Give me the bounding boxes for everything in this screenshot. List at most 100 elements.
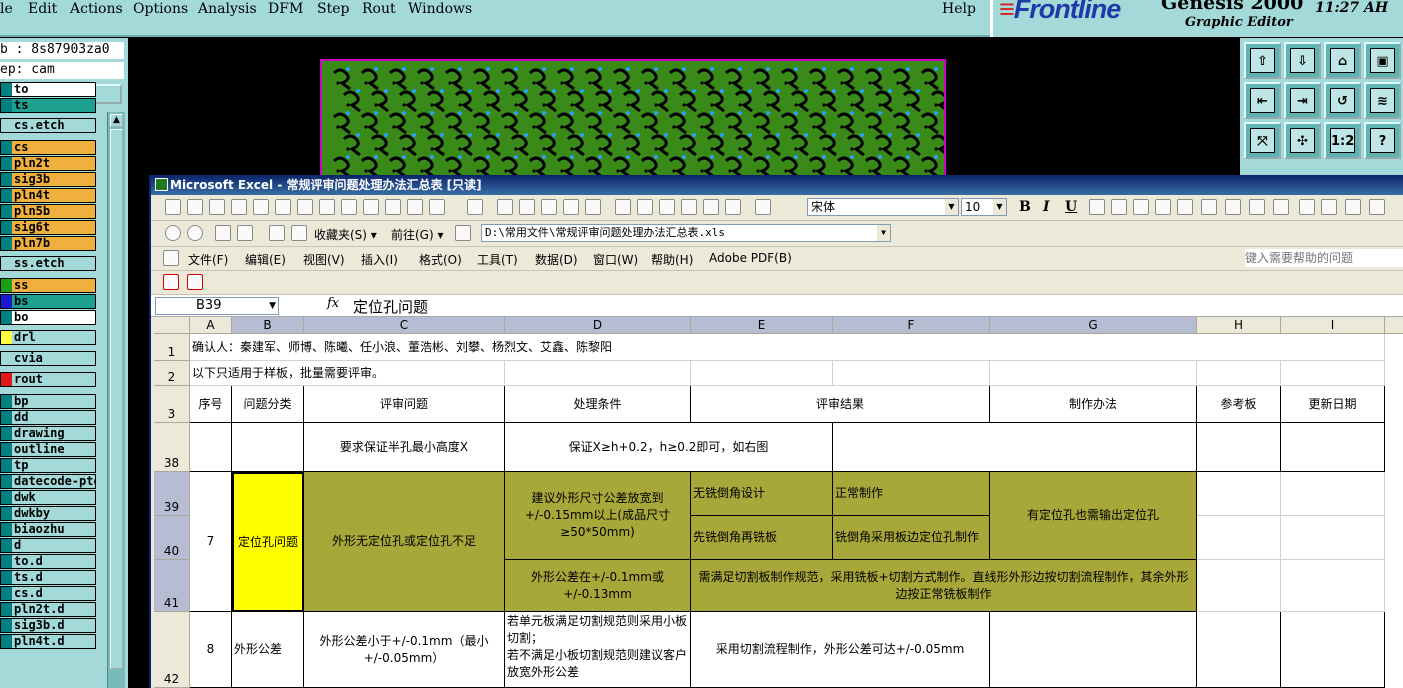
menu-tools[interactable]: 工具(T) [477, 251, 518, 268]
refresh-icon[interactable] [237, 225, 253, 241]
cell[interactable] [1197, 612, 1281, 688]
column-header[interactable]: G [990, 317, 1197, 334]
menu-edit[interactable]: 编辑(E) [245, 251, 286, 268]
menu-adobe-pdf[interactable]: Adobe PDF(B) [709, 251, 792, 265]
row-header[interactable]: 42 [154, 612, 190, 688]
italic-button[interactable]: I [1043, 199, 1050, 215]
layer-cs.etch[interactable]: cs.etch [0, 118, 96, 133]
undo-icon[interactable]: ↺ [1324, 82, 1361, 119]
help-icon[interactable]: ? [1364, 122, 1401, 159]
pan-left-icon[interactable]: ⇤ [1244, 82, 1281, 119]
toolbar-btn-4-icon[interactable] [253, 199, 269, 215]
move-up-icon[interactable]: ⇧ [1244, 42, 1281, 79]
cell-D42[interactable]: 若单元板满足切割规范则采用小板切割； 若不满足小板切割规范则建议客户放宽外形公差 [505, 612, 691, 688]
name-box[interactable]: B39 ▼ [155, 297, 279, 315]
menu-help[interactable]: Help [942, 1, 976, 17]
help-search-input[interactable] [1245, 249, 1403, 267]
home-icon[interactable] [269, 225, 285, 241]
layer-color-swatch[interactable] [1, 373, 12, 386]
pcb-graphic[interactable] [320, 59, 946, 177]
cell[interactable] [1197, 423, 1281, 472]
column-header[interactable]: H [1197, 317, 1281, 334]
format-btn-3-icon[interactable] [1155, 199, 1171, 215]
toolbar-btn-3-icon[interactable] [231, 199, 247, 215]
bold-button[interactable]: B [1019, 199, 1031, 215]
toolbar-btn-19-icon[interactable] [615, 199, 631, 215]
menu-dfm[interactable]: DFM [268, 1, 303, 17]
cell[interactable] [1281, 516, 1385, 560]
layer-dwkby[interactable]: dwkby [0, 506, 96, 521]
row-header[interactable]: 38 [154, 423, 190, 472]
layer-color-swatch[interactable] [1, 99, 12, 112]
format-btn-11-icon[interactable] [1345, 199, 1361, 215]
cell[interactable] [990, 612, 1197, 688]
cell-E41[interactable]: 需满足切割板制作规范，采用铣板+切割方式制作。直线形外形边按切割流程制作，其余外… [691, 560, 1197, 612]
cell[interactable] [190, 423, 232, 472]
toolbar-btn-5-icon[interactable] [275, 199, 291, 215]
layer-color-swatch[interactable] [1, 311, 12, 324]
layer-color-swatch[interactable] [1, 587, 12, 600]
address-field[interactable]: D:\常用文件\常规评审问题处理办法汇总表.xls ▼ [481, 224, 891, 242]
toolbar-btn-12-icon[interactable] [429, 199, 445, 215]
layer-color-swatch[interactable] [1, 619, 12, 632]
menu-rout[interactable]: Rout [362, 1, 396, 17]
cell[interactable] [1197, 472, 1281, 516]
window-icon[interactable]: ▣ [1364, 42, 1401, 79]
cell[interactable] [1281, 423, 1385, 472]
cell-A1[interactable]: 确认人：秦建军、师博、陈曦、任小浪、董浩彬、刘攀、杨烈文、艾鑫、陈黎阳 [190, 334, 1385, 361]
cell[interactable] [1281, 612, 1385, 688]
select-all-corner[interactable] [154, 317, 190, 334]
layer-cs.d[interactable]: cs.d [0, 586, 96, 601]
toolbar-btn-17-icon[interactable] [563, 199, 579, 215]
underline-button[interactable]: U [1065, 199, 1077, 215]
layer-pln4t[interactable]: pln4t [0, 188, 96, 203]
layer-color-swatch[interactable] [1, 295, 12, 308]
layer-bs[interactable]: bs [0, 294, 96, 309]
column-header[interactable]: I [1281, 317, 1385, 334]
format-btn-6-icon[interactable] [1225, 199, 1241, 215]
layer-color-swatch[interactable] [1, 257, 12, 270]
layer-drl[interactable]: drl [0, 330, 96, 345]
toolbar-btn-11-icon[interactable] [407, 199, 423, 215]
scroll-up-icon[interactable]: ▲ [110, 114, 123, 127]
menu-windows[interactable]: Windows [408, 1, 472, 17]
layer-color-swatch[interactable] [1, 411, 12, 424]
toolbar-btn-16-icon[interactable] [541, 199, 557, 215]
toolbar-btn-13-icon[interactable] [467, 199, 483, 215]
layer-pln2t[interactable]: pln2t [0, 156, 96, 171]
layer-sig3b[interactable]: sig3b [0, 172, 96, 187]
layer-color-swatch[interactable] [1, 571, 12, 584]
layer-ss[interactable]: ss [0, 278, 96, 293]
layer-biaozhu[interactable]: biaozhu [0, 522, 96, 537]
layer-pln5b[interactable]: pln5b [0, 204, 96, 219]
row-header[interactable]: 39 [154, 472, 190, 516]
cell[interactable] [691, 361, 833, 386]
row-header[interactable]: 1 [154, 334, 190, 361]
layer-color-swatch[interactable] [1, 119, 12, 132]
layer-pln2t.d[interactable]: pln2t.d [0, 602, 96, 617]
fx-icon[interactable]: fx [327, 296, 339, 311]
fit-icon[interactable]: ⤧ [1244, 122, 1281, 159]
layer-color-swatch[interactable] [1, 603, 12, 616]
cell-C38[interactable]: 要求保证半孔最小高度X [304, 423, 505, 472]
layer-d[interactable]: d [0, 538, 96, 553]
toolbar-btn-2-icon[interactable] [209, 199, 225, 215]
toolbar-btn-25-icon[interactable] [755, 199, 771, 215]
layer-bo[interactable]: bo [0, 310, 96, 325]
cell-F39[interactable]: 正常制作 [833, 472, 990, 516]
cell-D38[interactable]: 保证X≥h+0.2，h≥0.2即可，如右图 [505, 423, 833, 472]
layer-to.d[interactable]: to.d [0, 554, 96, 569]
layer-dwk[interactable]: dwk [0, 490, 96, 505]
toolbar-btn-22-icon[interactable] [681, 199, 697, 215]
cell[interactable] [505, 361, 691, 386]
row-header[interactable]: 3 [154, 386, 190, 423]
layer-dd[interactable]: dd [0, 410, 96, 425]
cell-header-method[interactable]: 制作办法 [990, 386, 1197, 423]
toolbar-btn-15-icon[interactable] [519, 199, 535, 215]
format-btn-10-icon[interactable] [1321, 199, 1337, 215]
menu-edit[interactable]: Edit [28, 1, 57, 17]
layer-color-swatch[interactable] [1, 539, 12, 552]
move-down-icon[interactable]: ⇩ [1284, 42, 1321, 79]
cell-header-result[interactable]: 评审结果 [691, 386, 990, 423]
cell[interactable] [1281, 472, 1385, 516]
